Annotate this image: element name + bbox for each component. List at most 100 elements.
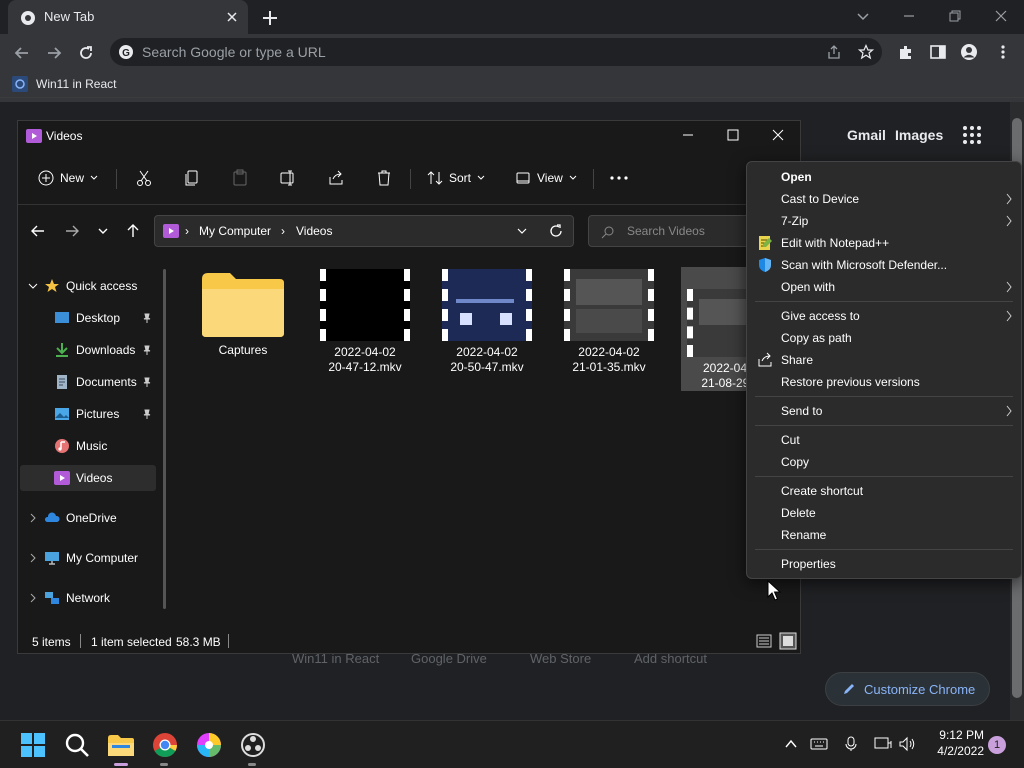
view-button[interactable]: View [515,163,577,193]
menu-item-create-shortcut[interactable]: Create shortcut [747,480,1021,502]
more-menu-icon[interactable] [994,43,1012,61]
menu-item-properties[interactable]: Properties [747,553,1021,575]
paste-icon[interactable] [231,169,249,187]
new-tab-icon[interactable] [260,8,280,28]
customize-chrome-button[interactable]: Customize Chrome [825,672,990,706]
file-item-video-3[interactable]: 2022-04-02 21-01-35.mkv [563,269,655,375]
new-button[interactable]: New [38,163,98,193]
thumbnail-view-icon[interactable] [779,632,797,650]
sidebar-item-my-computer[interactable]: My Computer [20,545,156,571]
menu-item-cast-to-device[interactable]: Cast to Device [747,188,1021,210]
breadcrumb-my-computer[interactable]: My Computer [199,224,271,238]
volume-icon[interactable] [898,736,916,752]
extensions-icon[interactable] [897,43,915,61]
rename-icon[interactable] [279,169,297,187]
sidebar-item-network[interactable]: Network [20,585,156,611]
chevron-right-icon[interactable] [28,553,38,563]
images-link[interactable]: Images [895,127,943,143]
forward-icon[interactable] [44,43,64,63]
profile-icon[interactable] [960,43,978,61]
breadcrumb-videos[interactable]: Videos [296,224,332,238]
browser-tab[interactable]: New Tab [8,0,248,34]
sidebar-item-music[interactable]: Music [20,433,156,459]
delete-icon[interactable] [375,169,393,187]
bookmark-win11[interactable]: Win11 in React [12,74,116,94]
details-view-icon[interactable] [756,633,772,649]
explorer-minimize-icon[interactable] [680,127,696,143]
menu-item-copy-as-path[interactable]: Copy as path [747,327,1021,349]
restore-icon[interactable] [945,6,965,26]
nav-forward-icon[interactable] [64,223,80,239]
menu-item-send-to[interactable]: Send to [747,400,1021,422]
share-icon[interactable] [327,169,345,187]
file-explorer-taskbar-icon[interactable] [106,730,136,760]
nav-up-icon[interactable] [125,223,141,239]
chevron-right-icon[interactable] [28,593,38,603]
sidebar-item-pictures[interactable]: Pictures [20,401,156,427]
sidebar-item-quick-access[interactable]: Quick access [20,273,156,299]
sidebar-item-desktop[interactable]: Desktop [20,305,156,331]
sidebar-item-downloads[interactable]: Downloads [20,337,156,363]
notification-badge[interactable]: 1 [988,736,1006,754]
share-page-icon[interactable] [826,44,842,60]
minimize-icon[interactable] [899,6,919,26]
more-options-icon[interactable] [608,169,630,187]
pin-icon[interactable] [142,345,152,355]
menu-item-give-access-to[interactable]: Give access to [747,305,1021,327]
reload-icon[interactable] [76,43,96,63]
address-bar[interactable]: › My Computer › Videos [154,215,574,247]
menu-item-open[interactable]: Open [747,166,1021,188]
file-item-video-2[interactable]: 2022-04-02 20-50-47.mkv [441,269,533,375]
menu-item-rename[interactable]: Rename [747,524,1021,546]
explorer-maximize-icon[interactable] [725,127,741,143]
menu-item-edit-with-notepad[interactable]: Edit with Notepad++ [747,232,1021,254]
file-item-captures[interactable]: Captures [197,269,289,358]
sidebar-item-videos[interactable]: Videos [20,465,156,491]
side-panel-icon[interactable] [929,43,947,61]
menu-item-7-zip[interactable]: 7-Zip [747,210,1021,232]
keyboard-icon[interactable] [810,737,828,751]
menu-item-restore-previous-versions[interactable]: Restore previous versions [747,371,1021,393]
chrome-taskbar-icon[interactable] [150,730,180,760]
sort-button[interactable]: Sort [427,163,485,193]
close-window-icon[interactable] [991,6,1011,26]
navigation-scrollbar[interactable] [163,269,166,609]
cut-icon[interactable] [135,169,153,187]
omnibox[interactable]: G Search Google or type a URL [110,38,882,66]
network-tray-icon[interactable] [874,736,892,752]
tab-search-icon[interactable] [853,6,873,26]
start-windows-icon[interactable] [18,730,48,760]
file-item-video-1[interactable]: 2022-04-02 20-47-12.mkv [319,269,411,375]
color-app-taskbar-icon[interactable] [194,730,224,760]
menu-item-scan-with-microsoft-defender[interactable]: Scan with Microsoft Defender... [747,254,1021,276]
sidebar-item-onedrive[interactable]: OneDrive [20,505,156,531]
copy-icon[interactable] [183,169,201,187]
chevron-down-icon[interactable] [28,281,38,291]
menu-item-cut[interactable]: Cut [747,429,1021,451]
menu-item-open-with[interactable]: Open with [747,276,1021,298]
tray-chevron-up-icon[interactable] [784,737,798,751]
pin-icon[interactable] [142,409,152,419]
refresh-icon[interactable] [549,224,563,238]
tab-close-icon[interactable] [224,9,240,25]
apps-grid-icon[interactable] [962,125,982,145]
nav-back-icon[interactable] [30,223,46,239]
menu-item-delete[interactable]: Delete [747,502,1021,524]
address-dropdown-icon[interactable] [517,227,527,235]
sidebar-item-documents[interactable]: Documents [20,369,156,395]
chevron-right-icon[interactable] [28,513,38,523]
gmail-link[interactable]: Gmail [847,127,886,143]
bookmark-star-icon[interactable] [858,44,874,60]
back-icon[interactable] [12,43,32,63]
menu-item-share[interactable]: Share [747,349,1021,371]
obs-taskbar-icon[interactable] [238,730,268,760]
explorer-titlebar[interactable]: Videos [18,121,800,151]
pin-icon[interactable] [142,377,152,387]
search-taskbar-icon[interactable] [62,730,92,760]
menu-item-copy[interactable]: Copy [747,451,1021,473]
explorer-close-icon[interactable] [770,127,786,143]
microphone-icon[interactable] [844,736,858,752]
pin-icon[interactable] [142,313,152,323]
recent-locations-icon[interactable] [98,227,108,235]
system-clock[interactable]: 9:12 PM 4/2/2022 [930,727,984,759]
